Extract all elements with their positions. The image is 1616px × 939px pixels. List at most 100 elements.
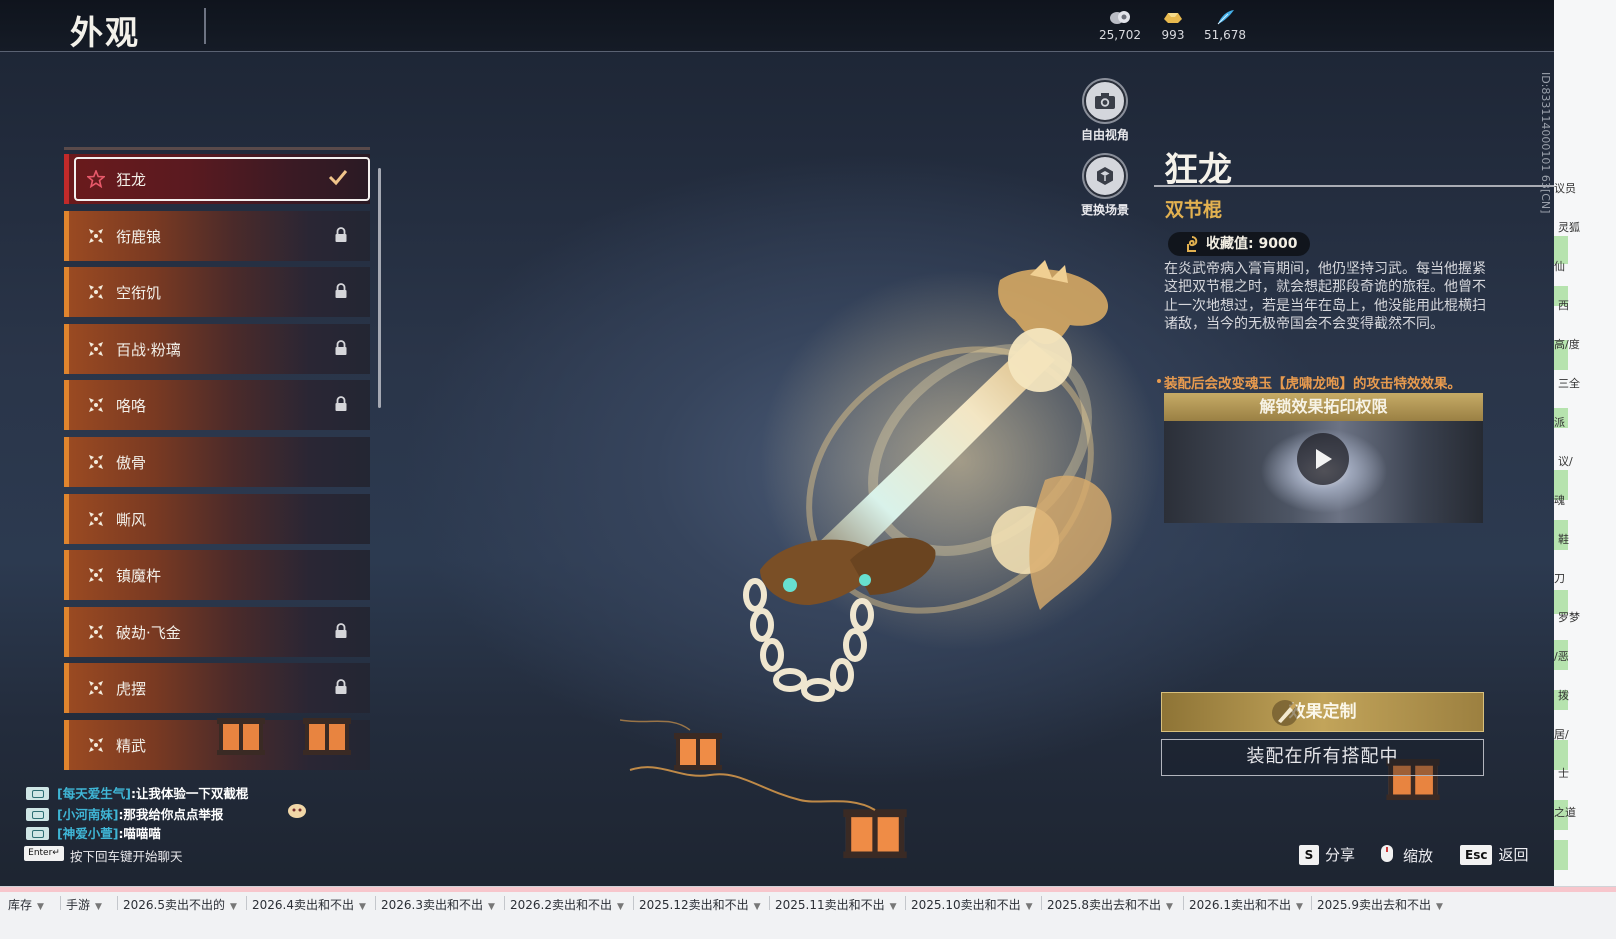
sheet-tab[interactable]: 2026.2卖出和不出 ▼: [510, 896, 624, 913]
scene-cube-icon: [1097, 167, 1113, 185]
sheet-tab-label: 2026.5卖出不出的: [123, 898, 225, 912]
zoom-label: 缩放: [1403, 847, 1434, 865]
skin-list-item[interactable]: 镇魔杵: [64, 550, 370, 601]
sheet-tab[interactable]: 2025.8卖出去和不出 ▼: [1047, 896, 1173, 913]
sheet-accent-bar: [0, 887, 1616, 892]
chat-channel-icon: [26, 827, 49, 840]
lock-icon: [335, 396, 347, 412]
sheet-tab[interactable]: 2026.4卖出和不出 ▼: [252, 896, 366, 913]
skin-list-item[interactable]: 嘶风: [64, 493, 370, 544]
feather-icon: [1217, 10, 1234, 25]
sheet-cell-text: 高/度: [1554, 338, 1580, 351]
player-id: ID:833114000101 63[CN]: [1539, 72, 1552, 214]
chat-message[interactable]: [神爱小萱]:喵喵喵: [26, 823, 161, 842]
share-key: S: [1299, 845, 1319, 865]
skin-list-item[interactable]: 空衔饥: [64, 267, 370, 318]
sheet-tab-separator: [117, 896, 118, 910]
sheet-cell-highlight: [1554, 840, 1568, 870]
sheet-cell-text: 议员: [1554, 182, 1576, 195]
mouse-icon: [1381, 845, 1393, 862]
chat-channel-icon: [26, 787, 49, 800]
sheet-cell-text: 议/: [1558, 455, 1573, 468]
quad-star-icon: [89, 624, 103, 639]
sheet-cell-text: 鞋: [1558, 533, 1569, 546]
sheet-tab-label: 2026.3卖出和不出: [381, 898, 483, 912]
chat-message[interactable]: [每天爱生气]:让我体验一下双截棍: [26, 783, 248, 802]
sheet-tab-label: 2026.4卖出和不出: [252, 898, 354, 912]
sheet-tab[interactable]: 2026.1卖出和不出 ▼: [1189, 896, 1303, 913]
change-scene-button[interactable]: 更换场景: [1065, 155, 1145, 218]
unlock-effect-header: 解锁效果拓印权限: [1164, 393, 1483, 421]
effect-preview-video[interactable]: [1164, 421, 1483, 523]
lock-icon: [335, 679, 347, 695]
quad-star-icon: [89, 681, 103, 696]
sheet-tab-label: 2025.10卖出和不出: [911, 898, 1021, 912]
star-icon: [87, 170, 105, 188]
chat-text: :喵喵喵: [118, 826, 161, 841]
customize-effect-button[interactable]: 效果定制: [1161, 692, 1484, 732]
ground-glow-cracks: [620, 719, 876, 811]
share-hotkey[interactable]: S 分享: [1299, 844, 1355, 865]
weapon-nunchaku-image[interactable]: [700, 250, 1170, 720]
equip-all-button[interactable]: 装配在所有搭配中: [1161, 739, 1484, 776]
sheet-tab-label: 手游: [66, 898, 91, 912]
chevron-down-icon: ▼: [37, 902, 44, 912]
skin-list-item[interactable]: 百战·粉璃: [64, 323, 370, 374]
chat-sender[interactable]: [神爱小萱]: [57, 826, 118, 841]
skin-list-item[interactable]: 狂龙: [64, 154, 370, 204]
sheet-tab[interactable]: 手游 ▼: [66, 896, 102, 913]
sheet-cell-text: 三全: [1558, 377, 1580, 390]
skin-name: 精武: [116, 737, 147, 755]
page-title: 外观: [70, 13, 140, 52]
sheet-tab-separator: [60, 896, 61, 910]
quad-star-icon: [89, 341, 103, 356]
change-scene-label: 更换场景: [1080, 203, 1129, 217]
sheet-tab-label: 库存: [8, 898, 33, 912]
free-view-button[interactable]: 自由视角: [1065, 80, 1145, 143]
sheet-tab-separator: [633, 896, 634, 910]
chevron-down-icon: ▼: [1296, 902, 1303, 912]
sheet-tab-label: 2025.12卖出和不出: [639, 898, 749, 912]
skin-name: 空衔饥: [116, 284, 162, 303]
sheet-tab[interactable]: 2025.11卖出和不出 ▼: [775, 896, 897, 913]
chat-hint[interactable]: 按下回车键开始聊天: [70, 846, 183, 865]
currency-coin: 25,702: [1098, 8, 1142, 42]
sheet-cell-text: /恶: [1554, 650, 1569, 663]
sheet-tab[interactable]: 2025.12卖出和不出 ▼: [639, 896, 761, 913]
skin-list-item[interactable]: 虎摆: [64, 663, 370, 714]
skin-name: 衔鹿锒: [116, 227, 162, 246]
skin-list-item[interactable]: 衔鹿锒: [64, 210, 370, 261]
play-icon[interactable]: [1297, 433, 1349, 485]
currency-ingot: 993: [1156, 8, 1190, 42]
collection-value-badge: 收藏值: 9000: [1168, 232, 1310, 256]
skin-list-item[interactable]: 傲骨: [64, 437, 370, 487]
chat-message[interactable]: [小河南妹]:那我给你点点举报: [26, 801, 337, 823]
quad-star-icon: [89, 511, 103, 526]
sheet-tab-bar: 库存 ▼ 手游 ▼ 2026.5卖出不出的 ▼ 2026.4卖出和不出 ▼ 2026.3卖出和不…: [0, 886, 1616, 939]
quad-star-icon: [89, 285, 103, 300]
chevron-down-icon: ▼: [95, 902, 102, 912]
sheet-cell-text: 刀: [1554, 572, 1565, 585]
chat-sender[interactable]: [每天爱生气]: [57, 786, 131, 801]
skin-list[interactable]: 狂龙衔鹿锒空衔饥百战·粉璃咯咯傲骨嘶风镇魔杵 破劫·飞金虎摆精武: [64, 148, 382, 774]
sheet-tab[interactable]: 2026.5卖出不出的 ▼: [123, 896, 237, 913]
chevron-down-icon: ▼: [230, 902, 237, 912]
quad-star-icon: [89, 455, 103, 469]
skin-list-item[interactable]: 咯咯: [64, 380, 370, 431]
sheet-tab[interactable]: 2025.9卖出去和不出 ▼: [1317, 896, 1443, 913]
sheet-tab[interactable]: 2025.10卖出和不出 ▼: [911, 896, 1033, 913]
chat-text: :那我给你点点举报: [118, 807, 224, 822]
sheet-tab-separator: [1041, 896, 1042, 910]
skin-name: 咯咯: [116, 397, 147, 416]
zoom-hotkey[interactable]: 缩放: [1377, 844, 1433, 866]
skin-name: 傲骨: [116, 454, 147, 472]
lock-icon: [335, 226, 347, 242]
sheet-tab-label: 2025.9卖出去和不出: [1317, 898, 1431, 912]
skin-list-scrollbar[interactable]: [378, 168, 381, 408]
skin-list-item[interactable]: 破劫·飞金: [64, 606, 370, 657]
chat-sender[interactable]: [小河南妹]: [57, 807, 118, 822]
chevron-down-icon: ▼: [359, 902, 366, 912]
back-hotkey[interactable]: Esc 返回: [1460, 844, 1528, 865]
sheet-tab[interactable]: 2026.3卖出和不出 ▼: [381, 896, 495, 913]
sheet-tab[interactable]: 库存 ▼: [8, 896, 44, 913]
